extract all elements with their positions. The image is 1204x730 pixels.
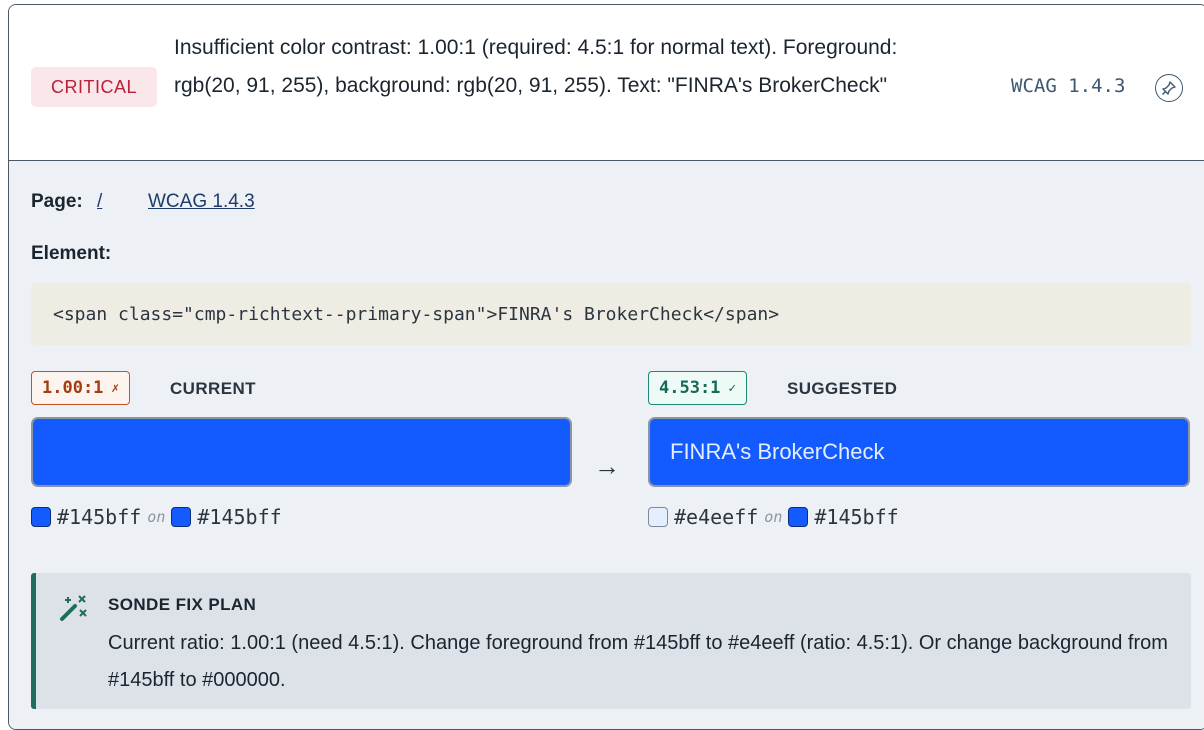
- page-label: Page:: [31, 191, 83, 212]
- page-link[interactable]: /: [97, 191, 102, 213]
- pin-icon: [1162, 81, 1176, 95]
- severity-badge: CRITICAL: [31, 67, 157, 107]
- suggested-fg-hex: #e4eeff: [674, 505, 759, 529]
- current-preview: [31, 417, 572, 487]
- fix-plan-text: Current ratio: 1.00:1 (need 4.5:1). Chan…: [108, 632, 1168, 691]
- fix-plan-title: SONDE FIX PLAN: [108, 595, 257, 614]
- on-label: on: [764, 508, 783, 526]
- suggested-colors: #e4eeff on #145bff: [648, 505, 899, 529]
- issue-card: CRITICAL Insufficient color contrast: 1.…: [8, 4, 1204, 730]
- element-label: Element:: [31, 243, 112, 264]
- pin-button[interactable]: [1155, 74, 1183, 102]
- wcag-link[interactable]: WCAG 1.4.3: [148, 191, 255, 213]
- current-fg-chip: [31, 507, 51, 527]
- on-label: on: [147, 508, 166, 526]
- element-code: <span class="cmp-richtext--primary-span"…: [31, 283, 1191, 345]
- current-ratio: 1.00:1: [42, 378, 104, 398]
- suggested-ratio-badge: 4.53:1 ✓: [648, 371, 748, 405]
- fix-plan: SONDE FIX PLAN Current ratio: 1.00:1 (ne…: [31, 573, 1191, 709]
- current-bg-chip: [171, 507, 192, 527]
- suggested-fg-chip: [648, 507, 668, 527]
- suggested-ratio: 4.53:1: [659, 378, 721, 398]
- suggested-label: SUGGESTED: [787, 379, 898, 398]
- suggested-bg-hex: #145bff: [814, 505, 899, 529]
- current-bg-hex: #145bff: [197, 505, 282, 529]
- arrow-icon: →: [594, 451, 620, 481]
- fail-icon: ✗: [111, 380, 120, 396]
- suggested-preview: FINRA's BrokerCheck: [648, 417, 1190, 487]
- current-colors: #145bff on #145bff: [31, 505, 282, 529]
- suggested-bg-chip: [788, 507, 809, 527]
- issue-header: CRITICAL Insufficient color contrast: 1.…: [9, 5, 1204, 161]
- magic-wand-icon: [60, 595, 87, 621]
- pass-icon: ✓: [728, 380, 737, 396]
- current-fg-hex: #145bff: [57, 505, 142, 529]
- current-ratio-badge: 1.00:1 ✗: [31, 371, 131, 405]
- issue-details: Page: / WCAG 1.4.3 Element: <span class=…: [9, 161, 1204, 729]
- wcag-code: WCAG 1.4.3: [1011, 75, 1126, 97]
- current-label: CURRENT: [170, 379, 256, 398]
- issue-message: Insufficient color contrast: 1.00:1 (req…: [174, 36, 898, 97]
